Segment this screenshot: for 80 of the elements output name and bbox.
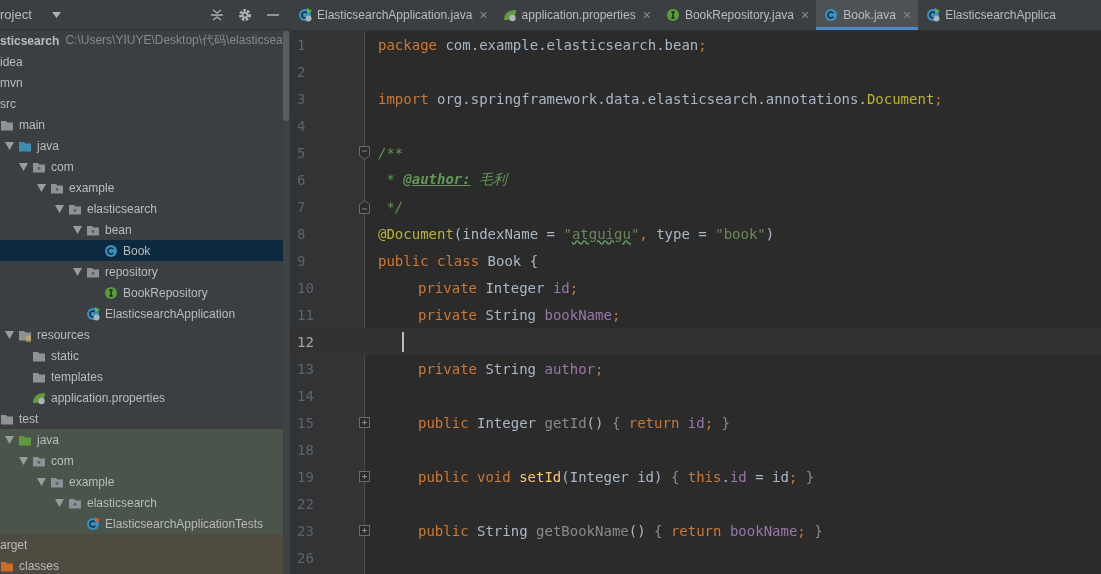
code-line: public class Book { — [377, 252, 539, 269]
class-icon — [86, 306, 100, 321]
tree-item[interactable]: example — [0, 177, 283, 198]
leaf-icon — [32, 390, 46, 405]
expand-arrow-icon[interactable] — [18, 456, 28, 465]
tree-item[interactable]: elasticsearch — [0, 198, 283, 219]
expand-arrow-icon[interactable] — [36, 477, 46, 486]
code-line: public void setId(Integer id) { this.id = id; } — [417, 468, 815, 485]
interface-icon — [665, 8, 680, 22]
tree-item[interactable]: test — [0, 408, 283, 429]
panel-title[interactable]: roject — [0, 7, 32, 22]
editor-tab[interactable]: ElasticsearchApplica — [918, 0, 1063, 30]
code-line: private Integer id; — [417, 279, 579, 296]
expand-fold-icon[interactable] — [359, 471, 370, 482]
class-icon — [824, 8, 839, 22]
tree-item[interactable]: src — [0, 93, 283, 114]
tree-item[interactable]: idea — [0, 51, 283, 72]
expand-arrow-icon[interactable] — [4, 330, 14, 339]
code-line: */ — [385, 198, 404, 215]
code-line: package com.example.elasticsearch.bean; — [377, 36, 707, 53]
class-icon — [86, 516, 100, 531]
expand-arrow-icon[interactable] — [54, 204, 64, 213]
settings-icon[interactable] — [238, 7, 252, 22]
tree-item[interactable]: com — [0, 450, 283, 471]
code-line: import org.springframework.data.elasticsearch.annotations.Document; — [377, 90, 943, 107]
code-line: private String bookName; — [417, 306, 621, 323]
leaf-icon — [502, 8, 517, 22]
code-line: /** — [377, 144, 404, 161]
tree-item[interactable]: resources — [0, 324, 283, 345]
close-icon[interactable]: × — [479, 7, 488, 23]
tree-item[interactable]: bean — [0, 219, 283, 240]
expand-arrow-icon[interactable] — [72, 225, 82, 234]
fold-marker-icon[interactable] — [359, 145, 370, 160]
tree-item[interactable]: application.properties — [0, 387, 283, 408]
expand-arrow-icon[interactable] — [4, 435, 14, 444]
tree-item[interactable]: com — [0, 156, 283, 177]
dropdown-caret-icon[interactable] — [51, 11, 61, 18]
tree-item[interactable]: sticsearch C:\Users\YIUYE\Desktop\代码\elasticsea — [0, 30, 283, 51]
editor-tab[interactable]: application.properties × — [494, 0, 658, 30]
expand-arrow-icon[interactable] — [18, 162, 28, 171]
tree-item[interactable]: ElasticsearchApplicationTests — [0, 513, 283, 534]
code-line: public String getBookName() { return bookName; } — [417, 522, 823, 539]
tree-item[interactable]: elasticsearch — [0, 492, 283, 513]
code-line: * @author: 毛利 — [385, 170, 508, 189]
line-number: 12 — [296, 333, 315, 350]
editor-tab[interactable]: Book.java × — [816, 0, 919, 30]
tree-item[interactable]: repository — [0, 261, 283, 282]
tree-item[interactable]: BookRepository — [0, 282, 283, 303]
tree-item[interactable]: example — [0, 471, 283, 492]
tree-item[interactable]: java — [0, 135, 283, 156]
class-icon — [298, 8, 312, 22]
class-icon — [926, 8, 941, 22]
tree-item[interactable]: Book — [0, 240, 283, 261]
code-line: @Document(indexName = "atguigu", type = "book") — [377, 225, 775, 242]
expand-arrow-icon[interactable] — [54, 498, 64, 507]
tree-item[interactable]: java — [0, 429, 283, 450]
tree-item[interactable]: mvn — [0, 72, 283, 93]
close-icon[interactable]: × — [642, 7, 651, 23]
collapse-all-icon[interactable] — [210, 7, 224, 22]
tree-item[interactable]: arget — [0, 534, 283, 555]
fold-marker-icon[interactable] — [359, 199, 370, 214]
expand-fold-icon[interactable] — [359, 525, 370, 536]
expand-fold-icon[interactable] — [359, 417, 370, 428]
code-line: public Integer getId() { return id; } — [417, 414, 730, 431]
editor-tab[interactable]: ElasticsearchApplication.java × — [290, 0, 495, 30]
tree-item[interactable]: main — [0, 114, 283, 135]
project-path: C:\Users\YIUYE\Desktop\代码\elasticsea — [65, 32, 283, 49]
scrollbar-thumb[interactable] — [283, 31, 289, 121]
close-icon[interactable]: × — [801, 7, 810, 23]
expand-arrow-icon[interactable] — [72, 267, 82, 276]
code-line: private String author; — [417, 360, 604, 377]
interface-icon — [104, 285, 118, 300]
class-icon — [104, 243, 118, 258]
expand-arrow-icon[interactable] — [36, 183, 46, 192]
tree-item[interactable]: ElasticsearchApplication — [0, 303, 283, 324]
tree-item[interactable]: static — [0, 345, 283, 366]
tree-item[interactable]: templates — [0, 366, 283, 387]
tree-item[interactable]: classes — [0, 555, 283, 574]
expand-arrow-icon[interactable] — [4, 141, 14, 150]
editor-tab[interactable]: BookRepository.java × — [657, 0, 817, 30]
